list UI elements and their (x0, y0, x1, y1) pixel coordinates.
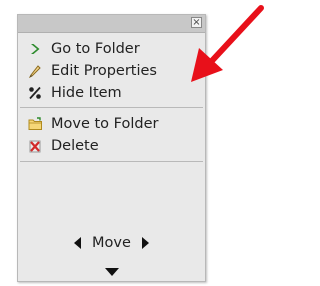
menu-group-primary: Go to Folder Edit Properties Hide Item (18, 33, 205, 107)
move-label: Move (92, 235, 131, 251)
pencil-icon (27, 63, 43, 79)
move-down-arrow-icon[interactable] (18, 268, 205, 276)
move-right-arrow-icon[interactable] (141, 237, 149, 249)
move-left-arrow-icon[interactable] (74, 237, 82, 249)
go-to-folder-item[interactable]: Go to Folder (18, 38, 205, 60)
move-control: Move (18, 235, 205, 251)
folder-icon (27, 116, 43, 132)
move-to-folder-item[interactable]: Move to Folder (18, 113, 205, 135)
context-menu: × Go to Folder Edit Properties Hide Item… (17, 14, 206, 282)
red-arrow-annotation-icon (191, 5, 264, 82)
menu-group-secondary: Move to Folder Delete (18, 108, 205, 161)
red-x-icon (27, 138, 43, 154)
green-chevron-right-icon (27, 41, 43, 57)
go-to-folder-label: Go to Folder (51, 41, 140, 57)
menu-divider (20, 161, 203, 162)
delete-label: Delete (51, 138, 99, 154)
hide-item-item[interactable]: Hide Item (18, 82, 205, 104)
edit-properties-label: Edit Properties (51, 63, 157, 79)
edit-properties-item[interactable]: Edit Properties (18, 60, 205, 82)
menu-titlebar: × (18, 15, 205, 33)
percent-hide-icon (27, 85, 43, 101)
hide-item-label: Hide Item (51, 85, 122, 101)
move-to-folder-label: Move to Folder (51, 116, 159, 132)
delete-item[interactable]: Delete (18, 135, 205, 157)
